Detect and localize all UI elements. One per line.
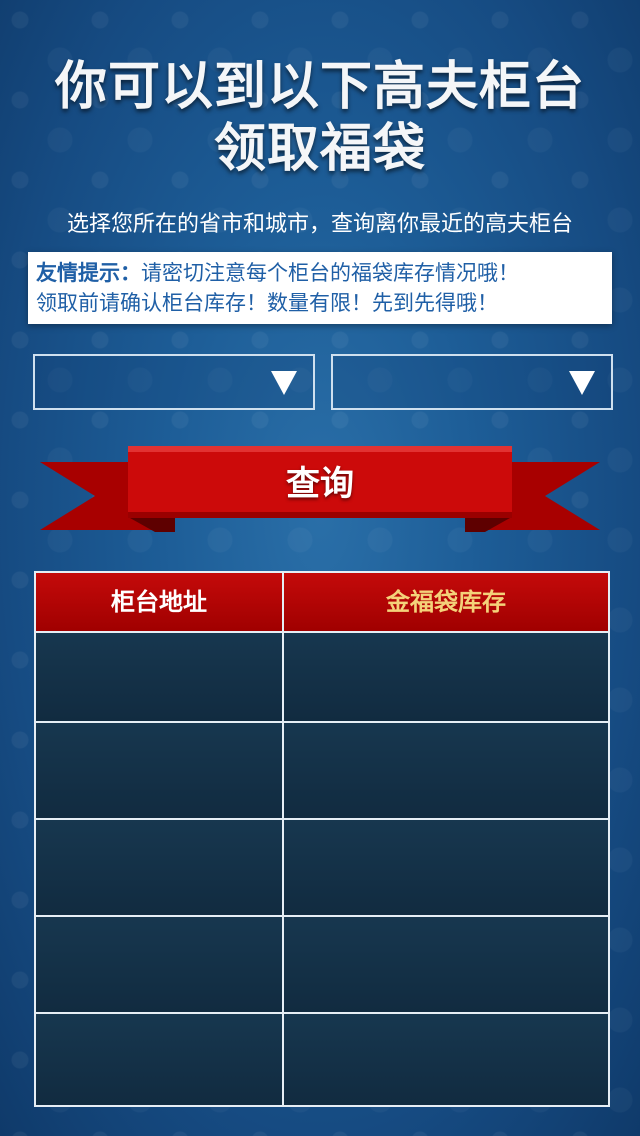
query-button-label: 查询 — [286, 464, 354, 504]
city-select[interactable] — [331, 354, 613, 410]
table-row — [36, 1014, 608, 1105]
page-title-line2: 领取福袋 — [213, 119, 426, 179]
page-title-line1: 你可以到以下高夫柜台 — [54, 57, 585, 117]
notice-label: 友情提示： — [36, 261, 141, 285]
notice-line-1: 友情提示：请密切注意每个柜台的福袋库存情况哦！ — [36, 258, 604, 288]
cell-stock — [284, 917, 608, 1012]
column-header-stock: 金福袋库存 — [386, 588, 506, 616]
cell-stock — [284, 633, 608, 721]
column-header-address: 柜台地址 — [111, 588, 207, 616]
cell-address — [36, 820, 282, 915]
table-header: 柜台地址 金福袋库存 — [36, 573, 608, 633]
cell-address — [36, 917, 282, 1012]
cell-stock — [284, 1014, 608, 1105]
table-row — [36, 917, 608, 1014]
instruction-text: 选择您所在的省市和城市，查询离你最近的高夫柜台 — [66, 212, 573, 237]
triangle-down-icon — [569, 371, 595, 395]
table-row — [36, 723, 608, 820]
cell-address — [36, 633, 282, 721]
notice-line-2: 领取前请确认柜台库存！数量有限！先到先得哦！ — [36, 288, 604, 318]
cell-address — [36, 723, 282, 818]
province-select[interactable] — [33, 354, 315, 410]
notice-text-2: 领取前请确认柜台库存！数量有限！先到先得哦！ — [36, 291, 498, 315]
triangle-down-icon — [271, 371, 297, 395]
cell-stock — [284, 723, 608, 818]
notice-box: 友情提示：请密切注意每个柜台的福袋库存情况哦！ 领取前请确认柜台库存！数量有限！… — [28, 252, 612, 324]
table-row — [36, 820, 608, 917]
cell-address — [36, 1014, 282, 1105]
query-button[interactable]: 查询 — [0, 440, 640, 550]
cell-stock — [284, 820, 608, 915]
notice-text-1: 请密切注意每个柜台的福袋库存情况哦！ — [141, 261, 519, 285]
results-table: 柜台地址 金福袋库存 — [34, 571, 610, 1107]
table-row — [36, 633, 608, 723]
